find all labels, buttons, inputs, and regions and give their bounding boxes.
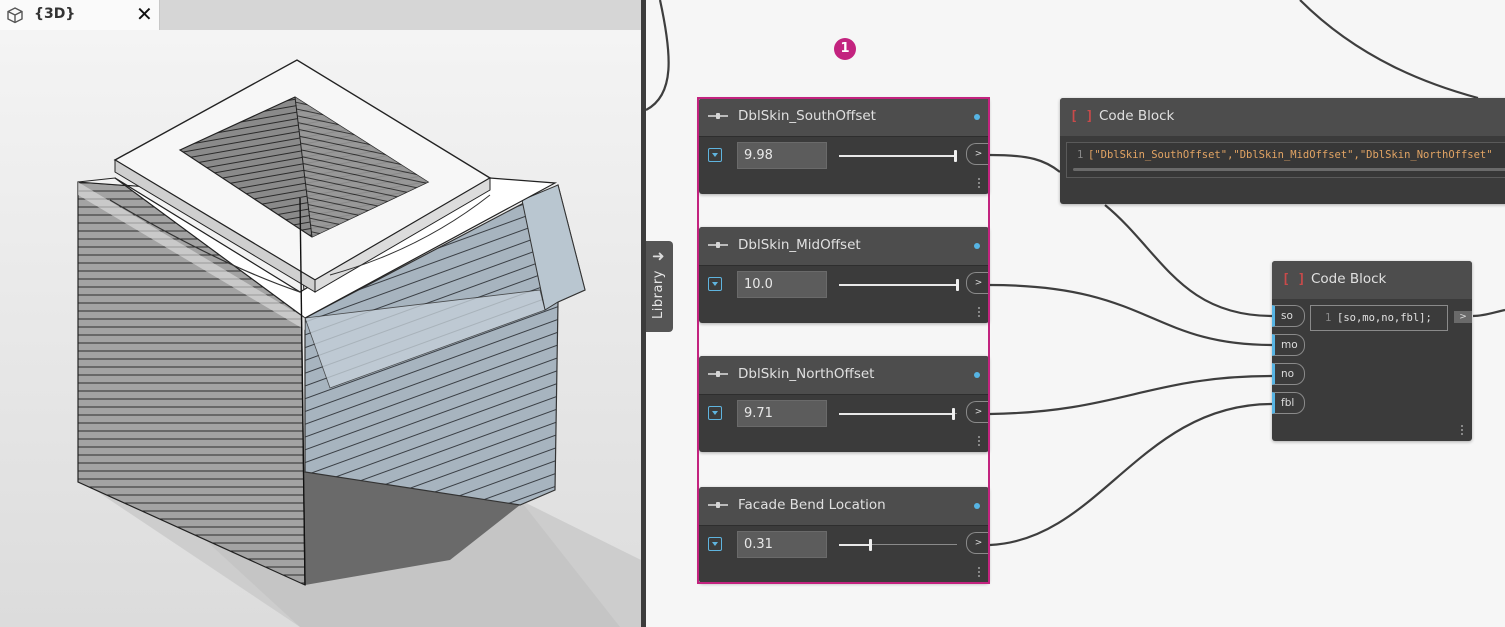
slider-icon xyxy=(708,502,728,508)
node-header[interactable]: [ ] Code Block xyxy=(1060,98,1505,136)
code-text[interactable]: [so,mo,no,fbl]; xyxy=(1337,312,1432,324)
slider-icon xyxy=(708,242,728,248)
line-number: 1 xyxy=(1325,312,1332,324)
node-menu-icon[interactable] xyxy=(1461,433,1463,435)
output-port[interactable]: > xyxy=(1454,311,1472,323)
slider-node-north-offset[interactable]: DblSkin_NorthOffset 9.71 > xyxy=(699,356,990,452)
expand-chevron-icon[interactable] xyxy=(708,537,722,551)
status-dot xyxy=(974,243,980,249)
expand-chevron-icon[interactable] xyxy=(708,406,722,420)
slider-track[interactable] xyxy=(839,150,958,162)
expand-chevron-icon[interactable] xyxy=(708,148,722,162)
node-title: Code Block xyxy=(1099,108,1175,124)
slider-node-mid-offset[interactable]: DblSkin_MidOffset 10.0 > xyxy=(699,227,990,323)
slider-value-input[interactable]: 10.0 xyxy=(737,271,827,298)
status-dot xyxy=(974,503,980,509)
output-port[interactable]: > xyxy=(966,532,990,554)
library-tab[interactable]: ➜ Library xyxy=(646,241,673,332)
output-port[interactable]: > xyxy=(966,272,990,294)
annotation-badge: 1 xyxy=(834,38,856,60)
slider-value-input[interactable]: 9.71 xyxy=(737,400,827,427)
code-block-icon: [ ] xyxy=(1070,109,1094,124)
node-menu-icon[interactable] xyxy=(978,444,980,446)
node-title: DblSkin_SouthOffset xyxy=(738,108,876,124)
node-menu-icon[interactable] xyxy=(978,186,980,188)
node-header[interactable]: Facade Bend Location xyxy=(699,487,989,526)
code-block-string-list[interactable]: [ ] Code Block 1 ["DblSkin_SouthOffset",… xyxy=(1060,98,1505,204)
status-dot xyxy=(974,372,980,378)
node-header[interactable]: DblSkin_NorthOffset xyxy=(699,356,989,395)
input-port-so[interactable]: so xyxy=(1272,305,1305,327)
node-title: DblSkin_NorthOffset xyxy=(738,366,875,382)
slider-track[interactable] xyxy=(839,279,959,291)
code-editor[interactable]: 1 ["DblSkin_SouthOffset","DblSkin_MidOff… xyxy=(1066,142,1505,178)
node-menu-icon[interactable] xyxy=(978,575,980,577)
code-block-list-builder[interactable]: [ ] Code Block so mo no fbl 1 [so,mo,no,… xyxy=(1272,261,1472,441)
output-port[interactable]: > xyxy=(966,401,990,423)
node-header[interactable]: DblSkin_SouthOffset xyxy=(699,98,989,137)
input-port-mo[interactable]: mo xyxy=(1272,334,1305,356)
code-text[interactable]: ["DblSkin_SouthOffset","DblSkin_MidOffse… xyxy=(1088,149,1505,161)
node-header[interactable]: DblSkin_MidOffset xyxy=(699,227,989,266)
slider-track[interactable] xyxy=(839,539,957,551)
expand-chevron-icon[interactable] xyxy=(708,277,722,291)
node-title: DblSkin_MidOffset xyxy=(738,237,861,253)
input-port-no[interactable]: no xyxy=(1272,363,1305,385)
slider-node-south-offset[interactable]: DblSkin_SouthOffset 9.98 > xyxy=(699,98,990,194)
slider-thumb[interactable] xyxy=(955,279,959,291)
slider-thumb[interactable] xyxy=(954,150,958,162)
arrow-right-icon: ➜ xyxy=(652,247,665,265)
node-header[interactable]: [ ] Code Block xyxy=(1272,261,1472,299)
node-menu-icon[interactable] xyxy=(978,315,980,317)
code-editor[interactable]: 1 [so,mo,no,fbl]; xyxy=(1310,305,1448,331)
output-port[interactable]: > xyxy=(966,143,990,165)
slider-icon xyxy=(708,371,728,377)
slider-track[interactable] xyxy=(839,408,957,420)
code-block-icon: [ ] xyxy=(1282,272,1306,287)
slider-value-input[interactable]: 0.31 xyxy=(737,531,827,558)
status-dot xyxy=(974,114,980,120)
line-number: 1 xyxy=(1077,149,1084,161)
library-label: Library xyxy=(650,270,666,319)
slider-icon xyxy=(708,113,728,119)
horizontal-scrollbar[interactable] xyxy=(1073,168,1505,171)
node-title: Code Block xyxy=(1311,271,1387,287)
slider-thumb[interactable] xyxy=(951,408,955,420)
slider-node-facade-bend[interactable]: Facade Bend Location 0.31 > xyxy=(699,487,990,583)
input-port-fbl[interactable]: fbl xyxy=(1272,392,1305,414)
node-title: Facade Bend Location xyxy=(738,497,886,513)
slider-thumb[interactable] xyxy=(869,539,873,551)
slider-value-input[interactable]: 9.98 xyxy=(737,142,827,169)
